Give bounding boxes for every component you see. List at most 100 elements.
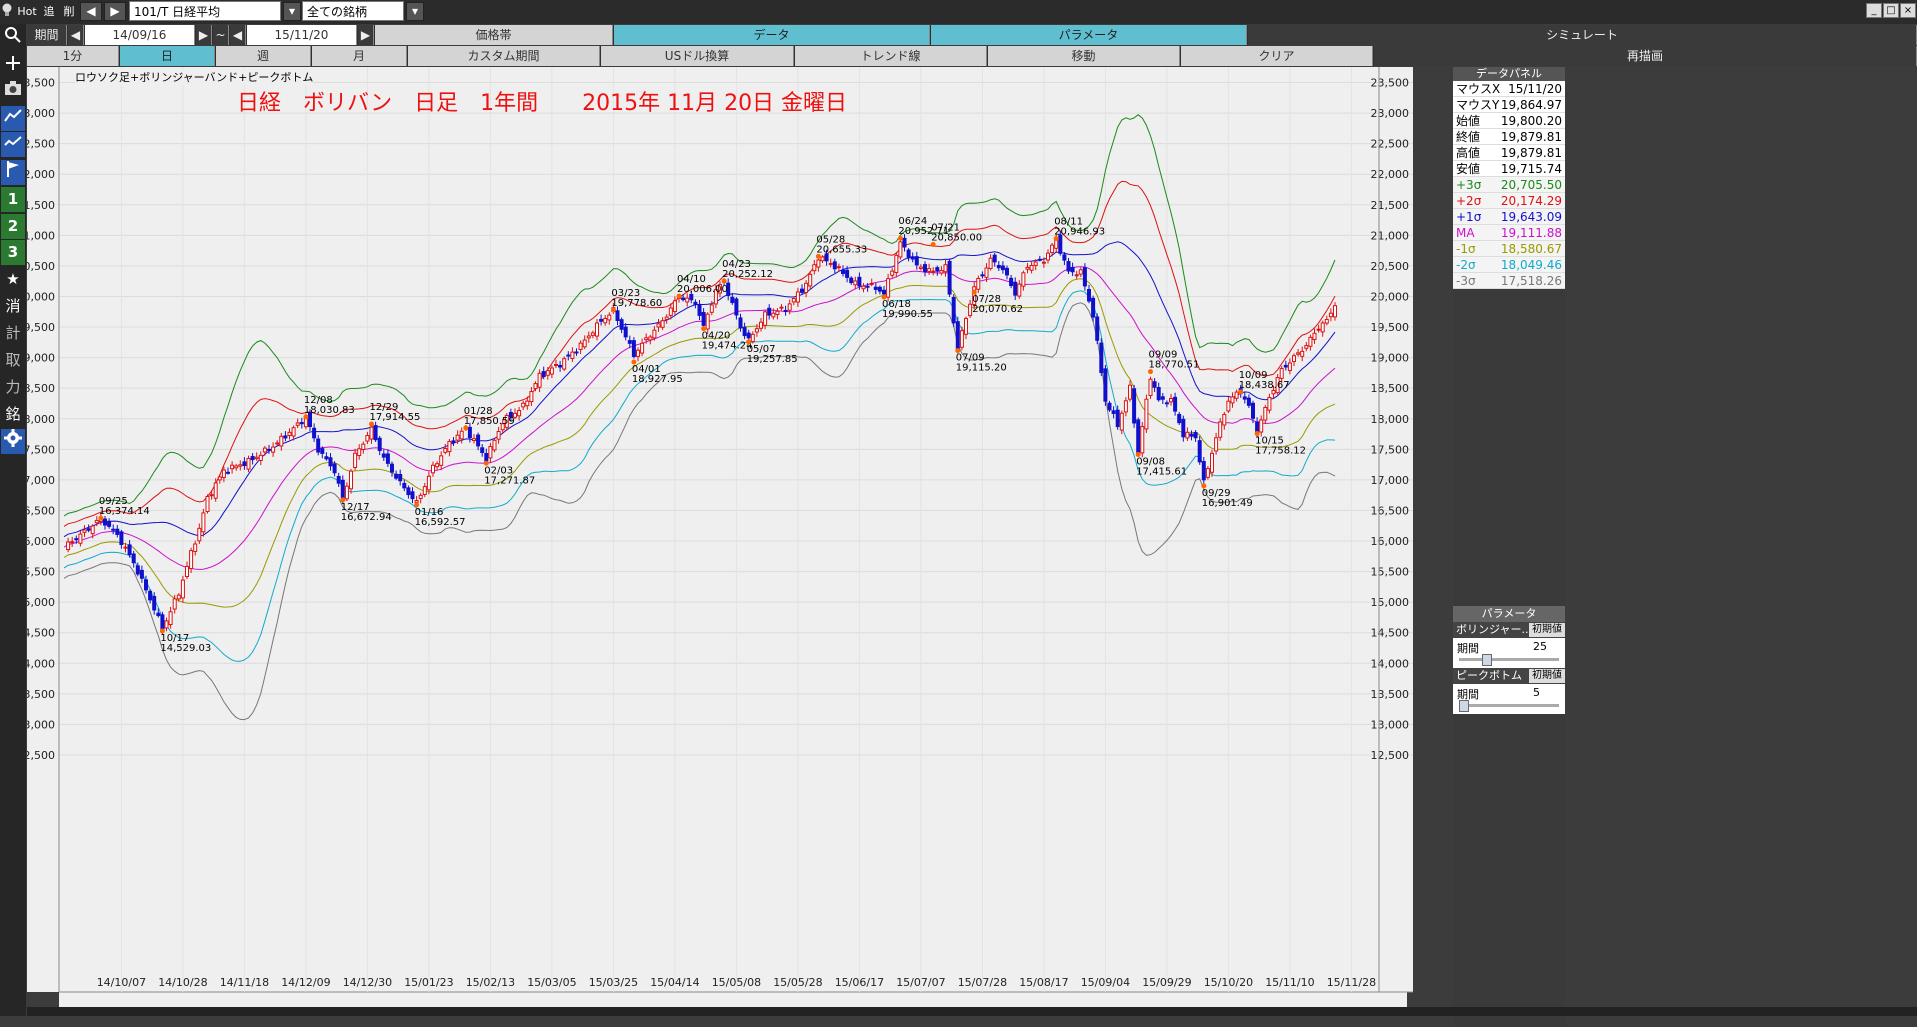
tf-1min[interactable]: 1分: [27, 46, 119, 66]
menu-data[interactable]: データ: [614, 25, 930, 45]
date-to-field[interactable]: 15/11/20: [247, 25, 357, 45]
y-tick-label-right: 20,000: [1371, 290, 1410, 303]
candle-body: [578, 342, 583, 350]
candle-body: [730, 296, 735, 304]
hot-button[interactable]: Hot: [16, 2, 38, 21]
line-chart-icon[interactable]: [1, 106, 25, 131]
reset-default-button[interactable]: 初期値: [1529, 669, 1565, 683]
universe-dropdown-icon[interactable]: ▾: [406, 2, 424, 21]
data-panel-value: 19,715.74: [1500, 162, 1562, 176]
y-tick-label-left: 18,000: [27, 413, 55, 426]
flag-icon[interactable]: [1, 160, 25, 185]
candle-body: [1169, 397, 1173, 403]
brand-button[interactable]: 銘: [1, 402, 25, 427]
candle-body: [1185, 431, 1190, 439]
date-from-field[interactable]: 14/09/16: [85, 25, 195, 45]
clear-button[interactable]: クリア: [1181, 46, 1373, 66]
tf-month[interactable]: 月: [312, 46, 407, 66]
tf-week[interactable]: 週: [216, 46, 311, 66]
annotation-value: 18,030.83: [304, 405, 355, 416]
parameter-value-input[interactable]: 5: [1533, 686, 1540, 699]
redraw-button[interactable]: 再描画: [1374, 46, 1917, 66]
x-tick-label: 15/04/14: [650, 976, 699, 989]
plus-icon[interactable]: [1, 54, 25, 79]
erase-button[interactable]: 消: [1, 294, 25, 319]
universe-field[interactable]: 全ての銘柄: [302, 1, 404, 21]
candle-body: [808, 273, 813, 287]
calc-button[interactable]: 計: [1, 321, 25, 346]
candle-body: [164, 620, 169, 629]
candle-body: [525, 400, 530, 407]
candle-body: [853, 280, 858, 286]
candle-body: [800, 288, 804, 293]
y-tick-label-left: 20,000: [27, 290, 55, 303]
delete-button[interactable]: 削: [60, 2, 78, 21]
date-to-next-icon[interactable]: ▶: [358, 25, 374, 45]
close-button[interactable]: ×: [1900, 3, 1916, 18]
x-tick-label: 15/09/29: [1142, 976, 1191, 989]
parameter-value-input[interactable]: 25: [1533, 640, 1547, 653]
next-symbol-button[interactable]: ▶: [104, 2, 126, 21]
tf-custom[interactable]: カスタム期間: [408, 46, 600, 66]
bulb-icon[interactable]: [0, 2, 14, 21]
x-tick-label: 15/07/28: [958, 976, 1007, 989]
candle-body: [992, 254, 997, 263]
candle-body: [369, 426, 374, 440]
maximize-button[interactable]: □: [1883, 3, 1899, 18]
candle-body: [1021, 272, 1026, 287]
tf-usd[interactable]: USドル換算: [601, 46, 794, 66]
preset-3-button[interactable]: 3: [1, 240, 25, 265]
candle-body: [414, 500, 419, 503]
parameter-row: 期間 25: [1453, 638, 1565, 668]
prev-symbol-button[interactable]: ◀: [80, 2, 102, 21]
x-tick-label: 14/10/07: [97, 976, 146, 989]
candle-body: [873, 286, 878, 290]
candle-body: [861, 285, 866, 290]
input-button[interactable]: 力: [1, 375, 25, 400]
tf-day[interactable]: 日: [120, 46, 215, 66]
slider-thumb[interactable]: [1459, 700, 1469, 712]
bottom-scrollbar[interactable]: [27, 1007, 1917, 1016]
y-tick-label-right: 21,000: [1371, 229, 1410, 242]
minimize-button[interactable]: _: [1866, 3, 1882, 18]
candle-body: [668, 307, 673, 316]
symbol-field[interactable]: 101/T 日経平均: [129, 1, 281, 21]
date-to-prev-icon[interactable]: ◀: [230, 25, 246, 45]
trendline-button[interactable]: トレンド線: [795, 46, 987, 66]
candle-body: [1300, 350, 1305, 357]
line-chart-icon[interactable]: [1, 132, 25, 157]
candle-body: [804, 282, 809, 293]
candle-body: [291, 427, 296, 437]
candle-body: [1156, 387, 1161, 401]
preset-2-button[interactable]: 2: [1, 214, 25, 239]
symbol-dropdown-icon[interactable]: ▾: [283, 2, 301, 21]
candle-body: [779, 306, 784, 309]
candle-body: [1119, 412, 1124, 431]
candlestick-chart[interactable]: 12,500 12,500 13,000 13,000 13,500 13,500 14,0…: [27, 67, 1413, 1007]
search-icon[interactable]: [1, 26, 25, 51]
date-from-prev-icon[interactable]: ◀: [68, 25, 84, 45]
tilde-label: ~: [213, 25, 229, 45]
candle-body: [841, 269, 845, 274]
parameter-slider[interactable]: [1459, 700, 1559, 712]
camera-icon[interactable]: [1, 79, 25, 104]
candle-body: [476, 434, 481, 447]
add-button[interactable]: 追: [40, 2, 58, 21]
menu-parameter[interactable]: パラメータ: [931, 25, 1247, 45]
star-icon[interactable]: ★: [1, 267, 25, 292]
reset-default-button[interactable]: 初期値: [1529, 623, 1565, 637]
move-button[interactable]: 移動: [988, 46, 1180, 66]
preset-1-button[interactable]: 1: [1, 187, 25, 212]
chart-area[interactable]: 12,500 12,500 13,000 13,000 13,500 13,500 14,0…: [27, 67, 1413, 1007]
gear-icon[interactable]: [1, 429, 25, 454]
y-tick-label-right: 19,500: [1371, 321, 1410, 334]
parameter-slider[interactable]: [1459, 654, 1559, 666]
menu-price-band[interactable]: 価格帯: [375, 25, 613, 45]
candle-body: [1050, 244, 1055, 253]
y-tick-label-right: 17,500: [1371, 443, 1410, 456]
fetch-button[interactable]: 取: [1, 348, 25, 373]
slider-thumb[interactable]: [1482, 654, 1492, 666]
candle-body: [549, 367, 554, 375]
menu-simulate[interactable]: シミュレート: [1248, 25, 1917, 45]
date-from-next-icon[interactable]: ▶: [196, 25, 212, 45]
